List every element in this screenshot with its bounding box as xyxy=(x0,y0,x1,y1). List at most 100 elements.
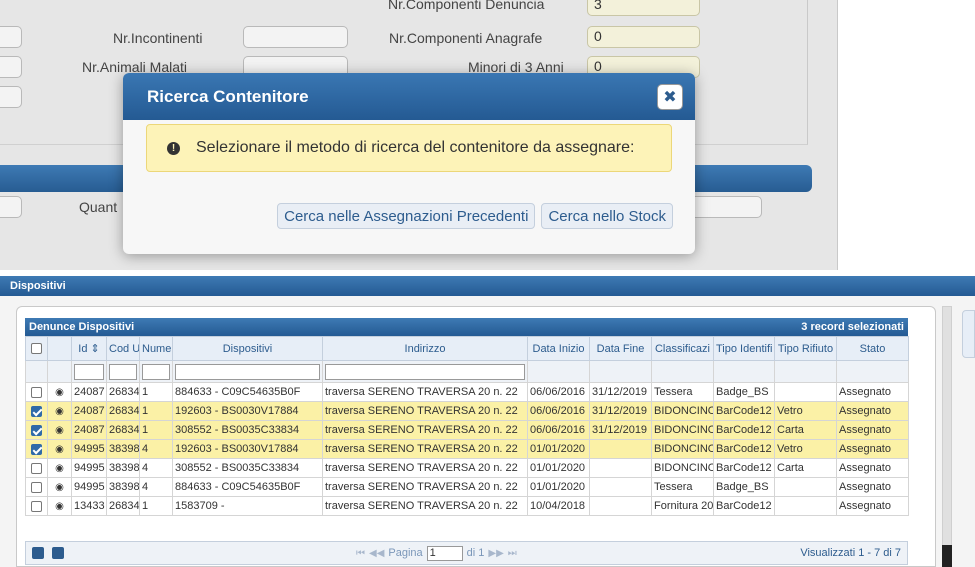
cell-ind: traversa SERENO TRAVERSA 20 n. 22 xyxy=(322,420,528,440)
left-field-stub-2[interactable] xyxy=(0,56,22,78)
table-row[interactable]: ◉ 94995 38398 4 308552 - BS0035C33834 travers… xyxy=(25,458,909,478)
dialog-actions: Cerca nelle Assegnazioni Precedenti Cerc… xyxy=(277,203,673,229)
table-row[interactable]: ◉ 13433 26834 1 1583709 - traversa SERENO TRA… xyxy=(25,496,909,516)
cerca-assegnazioni-precedenti-button[interactable]: Cerca nelle Assegnazioni Precedenti xyxy=(277,203,536,229)
eye-icon[interactable]: ◉ xyxy=(55,444,64,455)
cell-fine xyxy=(589,496,652,516)
left-field-stub-4[interactable] xyxy=(0,196,22,218)
cell-tipo-id: BarCode12 xyxy=(713,401,775,421)
nr-componenti-denuncia-field[interactable]: 3 xyxy=(587,0,700,16)
cell-cod: 38398 xyxy=(106,439,140,459)
cell-num: 4 xyxy=(139,458,173,478)
cerca-nello-stock-button[interactable]: Cerca nello Stock xyxy=(541,203,673,229)
column-header-id[interactable]: Id ⇕ xyxy=(71,336,107,361)
cell-classe: BIDONCINO xyxy=(651,458,714,478)
first-page-icon[interactable]: ⏮ xyxy=(356,548,365,559)
cell-cod: 38398 xyxy=(106,477,140,497)
export-excel-icon[interactable] xyxy=(32,547,44,559)
row-checkbox[interactable] xyxy=(31,462,42,474)
cell-rifiuto xyxy=(774,382,837,402)
row-checkbox[interactable] xyxy=(31,405,42,417)
column-header-data-fine[interactable]: Data Fine xyxy=(589,336,652,361)
selected-records-info: 3 record selezionati xyxy=(801,321,904,333)
row-checkbox[interactable] xyxy=(31,424,42,436)
cell-cod: 26834 xyxy=(106,382,140,402)
column-header-tipo-rifiuto[interactable]: Tipo Rifiuto xyxy=(774,336,837,361)
select-all-header[interactable] xyxy=(25,336,48,361)
table-row[interactable]: ◉ 94995 38398 4 192603 - BS0030V17884 travers… xyxy=(25,439,909,459)
cell-classe: BIDONCINO xyxy=(651,439,714,459)
cell-fine xyxy=(589,477,652,497)
nr-componenti-denuncia-label: Nr.Componenti Denuncia xyxy=(388,0,545,12)
table-row[interactable]: ◉ 24087 26834 1 308552 - BS0035C33834 travers… xyxy=(25,420,909,440)
cell-stato: Assegnato xyxy=(836,496,909,516)
close-icon[interactable]: ✖ xyxy=(657,83,683,110)
table-row[interactable]: ◉ 24087 26834 1 884633 - C09C54635B0F travers… xyxy=(25,382,909,402)
eye-icon[interactable]: ◉ xyxy=(55,406,64,417)
last-page-icon[interactable]: ⏭ xyxy=(508,548,517,559)
filter-id-input[interactable] xyxy=(74,363,104,380)
dispositivi-section-header: Dispositivi xyxy=(0,276,975,296)
nr-componenti-anagrafe-field[interactable]: 0 xyxy=(587,26,700,48)
cell-ind: traversa SERENO TRAVERSA 20 n. 22 xyxy=(322,401,528,421)
left-field-stub-3[interactable] xyxy=(0,86,22,108)
prev-page-icon[interactable]: ◀◀ xyxy=(369,548,384,559)
cell-tipo-id: BarCode12 xyxy=(713,439,775,459)
column-header-num[interactable]: Nume xyxy=(139,336,173,361)
ricerca-contenitore-dialog: Ricerca Contenitore ✖ ! Selezionare il m… xyxy=(123,73,695,254)
cell-stato: Assegnato xyxy=(836,458,909,478)
eye-icon[interactable]: ◉ xyxy=(55,387,64,398)
page-number-input[interactable] xyxy=(426,545,463,561)
row-checkbox[interactable] xyxy=(31,386,42,398)
next-page-icon[interactable]: ▶▶ xyxy=(488,548,503,559)
filter-num-input[interactable] xyxy=(142,363,170,380)
row-checkbox[interactable] xyxy=(31,481,42,493)
table-row[interactable]: ◉ 24087 26834 1 192603 - BS0030V17884 travers… xyxy=(25,401,909,421)
column-header-stato[interactable]: Stato xyxy=(836,336,909,361)
filter-dispositivi-input[interactable] xyxy=(175,363,320,380)
eye-icon[interactable]: ◉ xyxy=(55,425,64,436)
eye-icon[interactable]: ◉ xyxy=(55,463,64,474)
cell-tipo-id: BarCode12 xyxy=(713,420,775,440)
column-header-tipo-identificativo[interactable]: Tipo Identifi xyxy=(713,336,775,361)
column-header-cod[interactable]: Cod U xyxy=(106,336,140,361)
cell-inizio: 06/06/2016 xyxy=(527,420,590,440)
column-header-dispositivi[interactable]: Dispositivi xyxy=(172,336,323,361)
eye-icon[interactable]: ◉ xyxy=(55,482,64,493)
cell-tipo-id: BarCode12 xyxy=(713,496,775,516)
grid-caption: Denunce Dispositivi xyxy=(29,321,135,333)
filter-cod-input[interactable] xyxy=(109,363,137,380)
filter-indirizzo-input[interactable] xyxy=(325,363,525,380)
cell-cod: 38398 xyxy=(106,458,140,478)
select-all-checkbox[interactable] xyxy=(31,343,42,355)
row-checkbox[interactable] xyxy=(31,443,42,455)
left-field-stub-1[interactable] xyxy=(0,26,22,48)
nr-incontinenti-field[interactable] xyxy=(243,26,348,48)
column-header-classificazione[interactable]: Classificazi xyxy=(651,336,714,361)
cell-stato: Assegnato xyxy=(836,382,909,402)
dialog-title: Ricerca Contenitore xyxy=(147,86,309,106)
table-row[interactable]: ◉ 94995 38398 4 884633 - C09C54635B0F travers… xyxy=(25,477,909,497)
cell-ind: traversa SERENO TRAVERSA 20 n. 22 xyxy=(322,382,528,402)
eye-icon[interactable]: ◉ xyxy=(55,501,64,512)
cell-ind: traversa SERENO TRAVERSA 20 n. 22 xyxy=(322,439,528,459)
vertical-scrollbar[interactable] xyxy=(942,306,952,567)
footer-actions xyxy=(26,547,356,559)
grid-caption-bar: Denunce Dispositivi 3 record selezionati xyxy=(25,318,908,336)
cell-disp: 1583709 - xyxy=(172,496,323,516)
column-header-data-inizio[interactable]: Data Inizio xyxy=(527,336,590,361)
scrollbar-thumb[interactable] xyxy=(942,545,952,567)
cell-fine xyxy=(589,439,652,459)
view-header xyxy=(47,336,72,361)
cell-ind: traversa SERENO TRAVERSA 20 n. 22 xyxy=(322,477,528,497)
cell-disp: 192603 - BS0030V17884 xyxy=(172,439,323,459)
pager-total: di 1 xyxy=(466,547,485,559)
column-header-indirizzo[interactable]: Indirizzo xyxy=(322,336,528,361)
print-icon[interactable] xyxy=(52,547,64,559)
cell-disp: 308552 - BS0035C33834 xyxy=(172,458,323,478)
dialog-header: Ricerca Contenitore ✖ xyxy=(123,73,695,120)
cell-num: 4 xyxy=(139,439,173,459)
row-checkbox[interactable] xyxy=(31,500,42,512)
cell-inizio: 01/01/2020 xyxy=(527,477,590,497)
cell-inizio: 10/04/2018 xyxy=(527,496,590,516)
